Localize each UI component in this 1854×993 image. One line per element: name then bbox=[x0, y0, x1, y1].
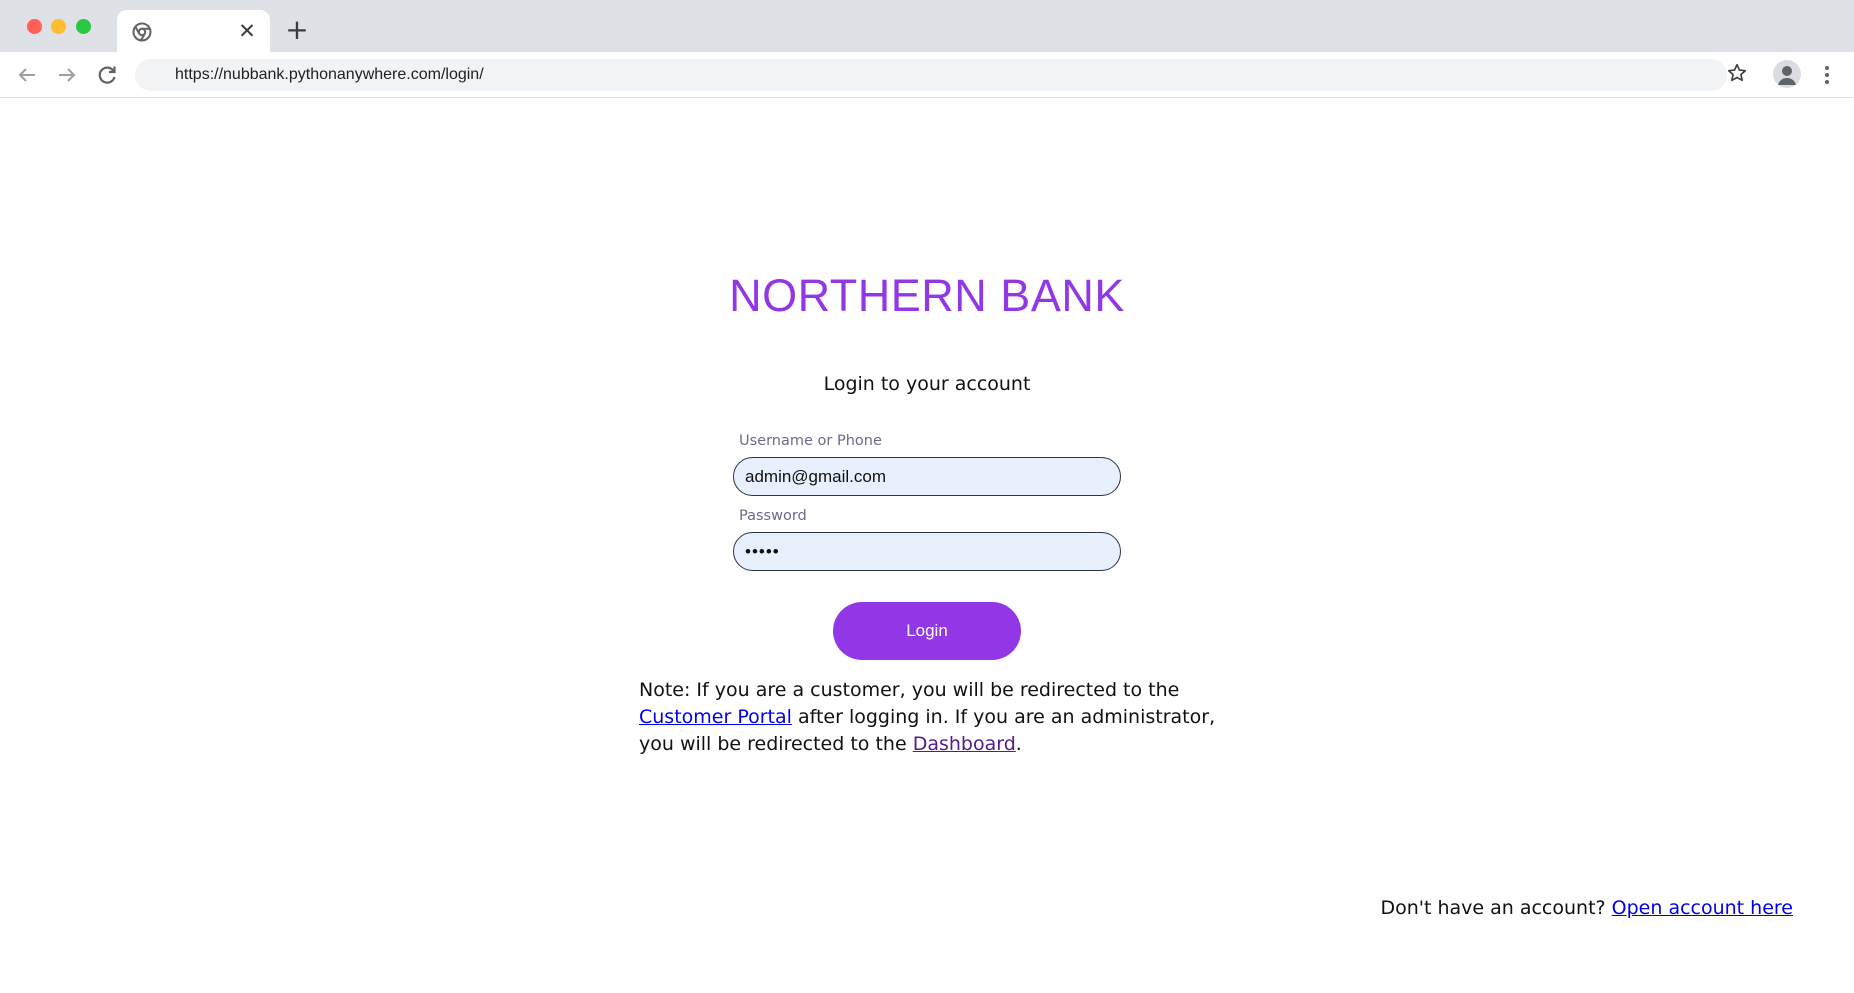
kebab-menu-icon[interactable] bbox=[1818, 63, 1836, 87]
new-tab-button[interactable]: + bbox=[285, 16, 309, 44]
note-text-3: . bbox=[1015, 733, 1022, 755]
browser-tab[interactable]: ✕ bbox=[117, 10, 270, 52]
login-button[interactable]: Login bbox=[833, 602, 1021, 660]
avatar-icon bbox=[1778, 66, 1796, 85]
chrome-icon bbox=[132, 22, 152, 42]
note-text-1: Note: If you are a customer, you will be… bbox=[639, 679, 1180, 701]
dashboard-link[interactable]: Dashboard bbox=[913, 733, 1016, 755]
bank-brand-title: NORTHERN BANK bbox=[729, 270, 1125, 321]
browser-tab-bar: ✕ + bbox=[0, 0, 1854, 52]
password-label: Password bbox=[739, 508, 807, 524]
username-input[interactable] bbox=[733, 457, 1121, 496]
minimize-window-button[interactable] bbox=[51, 19, 66, 34]
star-icon[interactable] bbox=[1726, 62, 1748, 84]
address-bar[interactable]: https://nubbank.pythonanywhere.com/login… bbox=[135, 59, 1727, 91]
login-subtitle: Login to your account bbox=[823, 373, 1031, 395]
arrow-right-icon[interactable] bbox=[55, 63, 79, 87]
customer-portal-link[interactable]: Customer Portal bbox=[639, 706, 792, 728]
profile-icon[interactable] bbox=[1773, 60, 1801, 88]
maximize-window-button[interactable] bbox=[76, 19, 91, 34]
reload-icon[interactable] bbox=[95, 63, 119, 87]
url-text[interactable]: https://nubbank.pythonanywhere.com/login… bbox=[175, 66, 484, 84]
browser-toolbar: https://nubbank.pythonanywhere.com/login… bbox=[0, 52, 1854, 98]
arrow-left-icon[interactable] bbox=[15, 63, 39, 87]
username-label: Username or Phone bbox=[739, 433, 882, 449]
password-input[interactable] bbox=[733, 532, 1121, 571]
close-window-button[interactable] bbox=[27, 19, 42, 34]
open-account-link[interactable]: Open account here bbox=[1612, 897, 1793, 919]
signup-prompt: Don't have an account? Open account here bbox=[1380, 897, 1793, 919]
tab-close-icon[interactable]: ✕ bbox=[238, 21, 256, 42]
signup-text: Don't have an account? bbox=[1380, 897, 1612, 919]
redirect-note: Note: If you are a customer, you will be… bbox=[639, 677, 1239, 758]
